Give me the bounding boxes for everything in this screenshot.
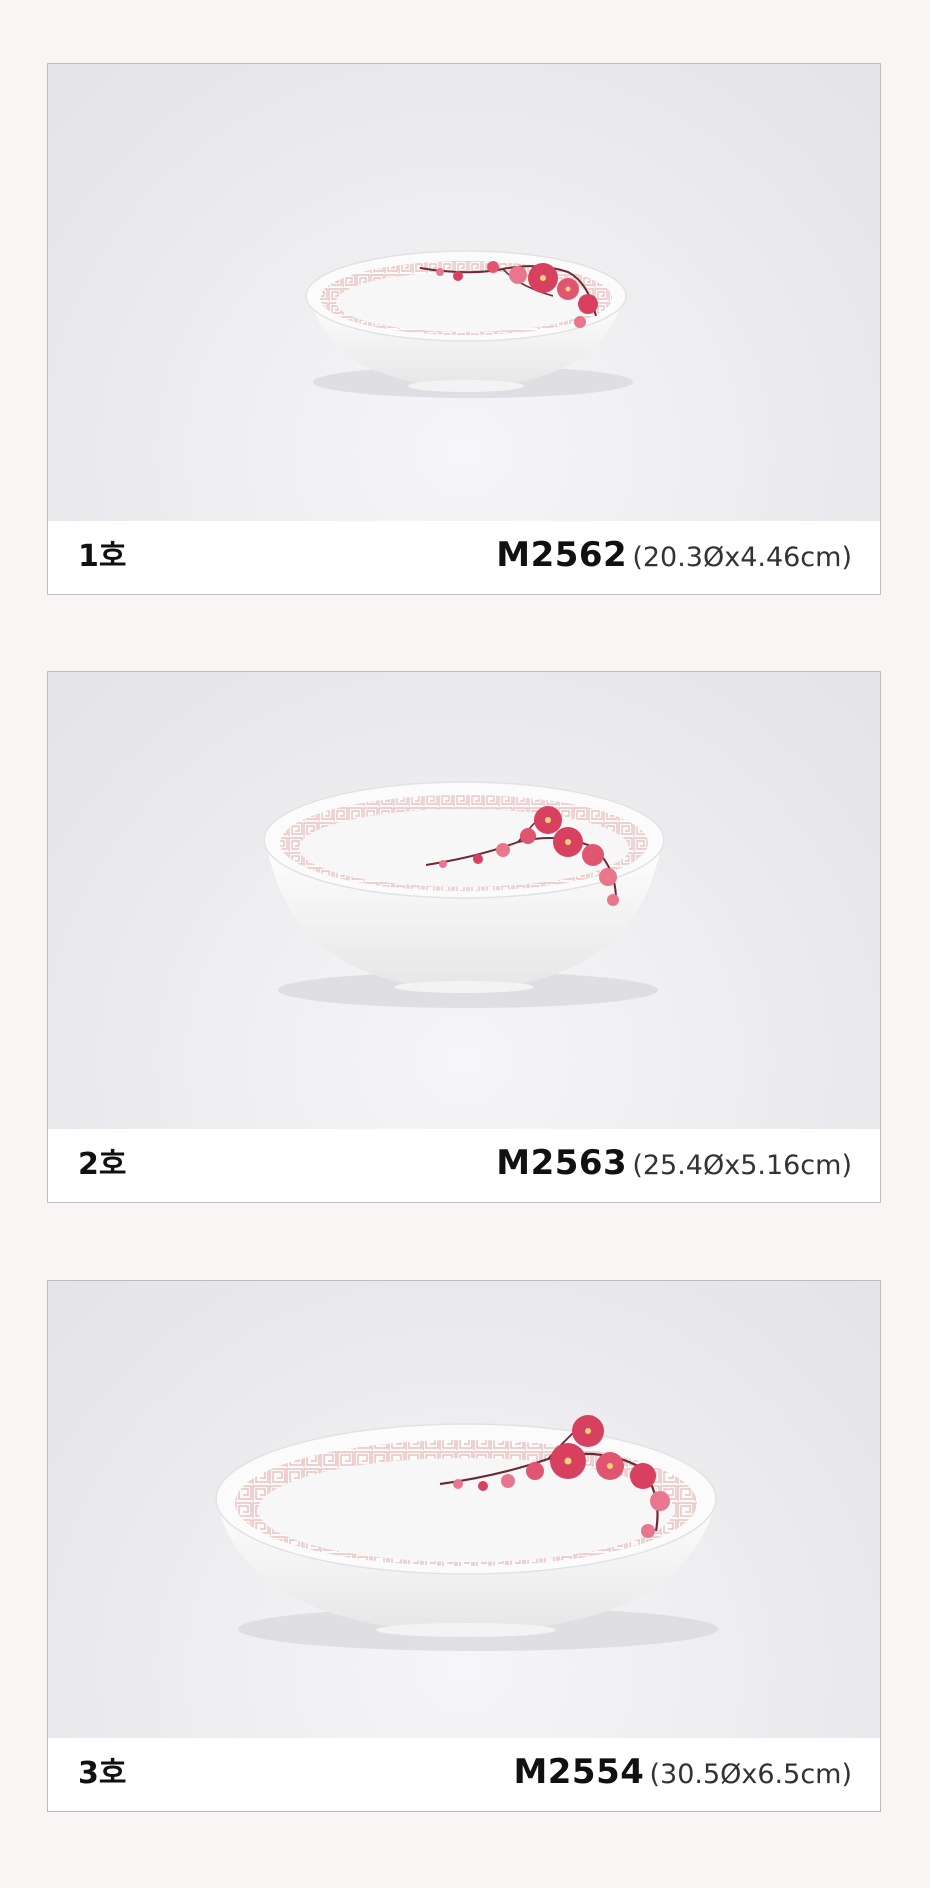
size-label: 1호 [78, 539, 127, 574]
product-dimensions: (20.3Øx4.46cm) [632, 542, 852, 573]
product-caption-3: 3호 M2554 (30.5Øx6.5cm) [48, 1738, 880, 1811]
bowl-image-3 [215, 1415, 718, 1651]
product-photo-2 [48, 672, 880, 1129]
product-caption-2: 2호 M2563 (25.4Øx5.16cm) [48, 1129, 880, 1202]
product-caption-1: 1호 M2562 (20.3Øx4.46cm) [48, 521, 880, 594]
product-photo-3 [48, 1281, 880, 1738]
product-code: M2554 [513, 1752, 645, 1792]
product-photo-1 [48, 64, 880, 521]
product-dimensions: (30.5Øx6.5cm) [649, 1759, 853, 1790]
bowl-image-1 [305, 250, 633, 398]
product-info: M2563 (25.4Øx5.16cm) [496, 1143, 852, 1189]
product-code: M2563 [496, 1143, 628, 1183]
product-code: M2562 [496, 535, 628, 575]
product-info: M2554 (30.5Øx6.5cm) [513, 1752, 852, 1798]
product-card-3: 3호 M2554 (30.5Øx6.5cm) [47, 1280, 881, 1812]
product-card-2: 2호 M2563 (25.4Øx5.16cm) [47, 671, 881, 1203]
product-info: M2562 (20.3Øx4.46cm) [496, 535, 852, 581]
size-label: 3호 [78, 1756, 127, 1791]
bowl-image-2 [263, 781, 665, 1008]
product-card-1: 1호 M2562 (20.3Øx4.46cm) [47, 63, 881, 595]
size-label: 2호 [78, 1147, 127, 1182]
product-dimensions: (25.4Øx5.16cm) [632, 1150, 852, 1181]
